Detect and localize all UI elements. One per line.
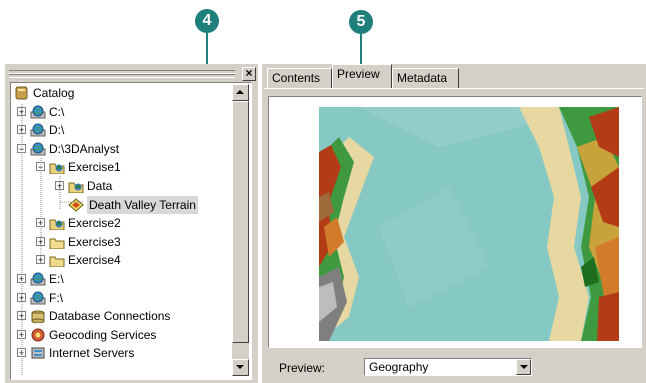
close-pane-button[interactable]: × <box>242 67 256 81</box>
tab-preview[interactable]: Preview <box>332 64 392 88</box>
callout-5-leader <box>360 34 362 66</box>
chevron-down-icon <box>236 365 244 369</box>
scroll-down-button[interactable] <box>232 359 249 376</box>
callout-5: 5 <box>349 10 373 34</box>
tab-metadata-label: Metadata <box>397 71 448 85</box>
scroll-thumb[interactable] <box>232 101 249 343</box>
tab-contents[interactable]: Contents <box>267 68 332 88</box>
catalog-scrollbar[interactable] <box>232 84 249 376</box>
preview-type-value: Geography <box>369 360 429 374</box>
pane-grip-2[interactable] <box>9 74 235 78</box>
callout-4: 4 <box>195 9 219 33</box>
tree-lines <box>21 104 84 376</box>
dropdown-button[interactable] <box>516 359 531 375</box>
chevron-down-icon <box>520 365 528 369</box>
preview-label: Preview: <box>279 361 326 375</box>
tab-strip-edge <box>264 88 644 89</box>
chevron-up-icon <box>236 90 244 94</box>
tab-preview-label: Preview <box>337 67 380 81</box>
tab-contents-label: Contents <box>272 71 321 85</box>
preview-type-select[interactable]: Geography <box>364 358 532 376</box>
tab-metadata[interactable]: Metadata <box>392 68 459 88</box>
terrain-preview-image <box>319 107 619 341</box>
scroll-up-button[interactable] <box>232 84 249 101</box>
